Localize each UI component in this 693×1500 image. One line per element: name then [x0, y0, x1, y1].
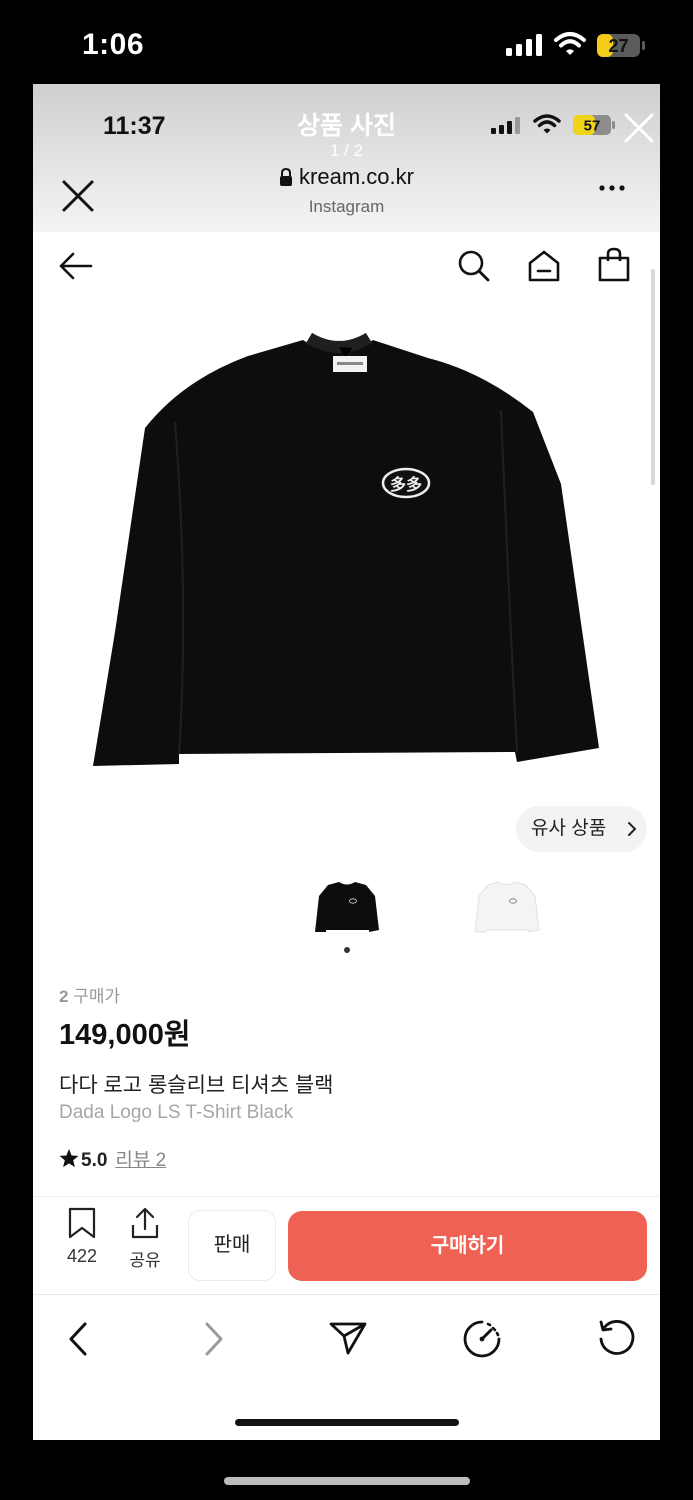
battery-level: 27 — [608, 36, 628, 56]
product-price: 149,000원 — [59, 1019, 191, 1051]
buy-button[interactable]: 구매하기 — [288, 1211, 647, 1281]
share-label: 공유 — [129, 1251, 161, 1270]
inner-battery-level: 57 — [584, 118, 601, 135]
similar-products-label: 유사 상품 — [531, 818, 607, 839]
rating-value: 5.0 — [81, 1150, 108, 1171]
inner-home-indicator — [235, 1419, 459, 1426]
buyer-count-number: 2 — [59, 987, 69, 1006]
close-viewer-icon[interactable] — [623, 112, 655, 144]
send-icon[interactable] — [329, 1319, 367, 1357]
shirt-logo-text: 多多 — [390, 475, 422, 494]
device-clock: 1:06 — [82, 28, 145, 61]
truncated-content — [59, 1188, 249, 1196]
purchase-action-bar: 422 공유 판매 구매하기 — [33, 1196, 660, 1294]
photo-viewer-title: 상품 사진 — [297, 112, 396, 140]
buyer-count-label: 구매가 — [73, 987, 121, 1006]
similar-products-button[interactable]: 유사 상품 — [516, 806, 647, 852]
carousel-indicator — [344, 947, 350, 953]
chevron-left-icon[interactable] — [67, 1321, 89, 1357]
thumbnail-white[interactable] — [469, 874, 545, 936]
cellular-signal-icon — [506, 34, 542, 56]
battery-icon: 27 — [597, 34, 645, 57]
domain-label: kream.co.kr — [33, 164, 660, 190]
star-icon — [59, 1149, 79, 1168]
more-icon[interactable] — [598, 184, 626, 192]
thumbnail-black[interactable] — [309, 874, 385, 936]
inner-battery-icon: 57 — [573, 115, 615, 135]
domain-text: kream.co.kr — [299, 164, 414, 189]
back-arrow-icon[interactable] — [59, 252, 93, 280]
product-name-korean: 다다 로고 롱슬리브 티셔츠 블랙 — [59, 1074, 334, 1097]
wishlist-button[interactable]: 422 — [59, 1207, 105, 1267]
share-icon — [131, 1207, 159, 1239]
browser-source: Instagram — [308, 197, 385, 216]
bookmark-icon — [68, 1207, 96, 1239]
share-button[interactable]: 공유 — [123, 1207, 167, 1271]
buyer-count: 2 구매가 — [59, 982, 120, 1007]
app-bar — [33, 232, 660, 302]
reload-icon[interactable] — [597, 1319, 635, 1357]
in-app-browser-header: 11:37 상품 사진 1 / 2 57 kream.co.kr Instagr… — [33, 84, 660, 232]
review-link[interactable]: 리뷰 2 — [115, 1150, 166, 1171]
sell-button[interactable]: 판매 — [188, 1210, 276, 1281]
device-status-bar: 1:06 27 — [0, 0, 693, 84]
rating-row: 5.0 리뷰 2 — [59, 1145, 166, 1172]
speed-icon[interactable] — [462, 1319, 502, 1359]
home-icon[interactable] — [527, 249, 561, 283]
screenshot-frame: 11:37 상품 사진 1 / 2 57 kream.co.kr Instagr… — [33, 84, 660, 1440]
inner-wifi-icon — [533, 114, 561, 134]
chevron-right-icon — [628, 822, 637, 836]
search-icon[interactable] — [457, 249, 491, 283]
lock-icon — [280, 168, 293, 186]
wifi-icon — [554, 32, 586, 55]
wishlist-count: 422 — [66, 1246, 98, 1266]
shopping-bag-icon[interactable] — [597, 247, 631, 283]
product-image[interactable]: 多多 — [33, 302, 660, 802]
inner-signal-icon — [491, 117, 520, 134]
device-home-indicator — [224, 1477, 470, 1485]
product-name-english: Dada Logo LS T-Shirt Black — [59, 1102, 294, 1123]
chevron-right-icon[interactable] — [203, 1321, 225, 1357]
browser-nav-bar — [33, 1294, 660, 1440]
photo-counter: 1 / 2 — [329, 141, 364, 160]
